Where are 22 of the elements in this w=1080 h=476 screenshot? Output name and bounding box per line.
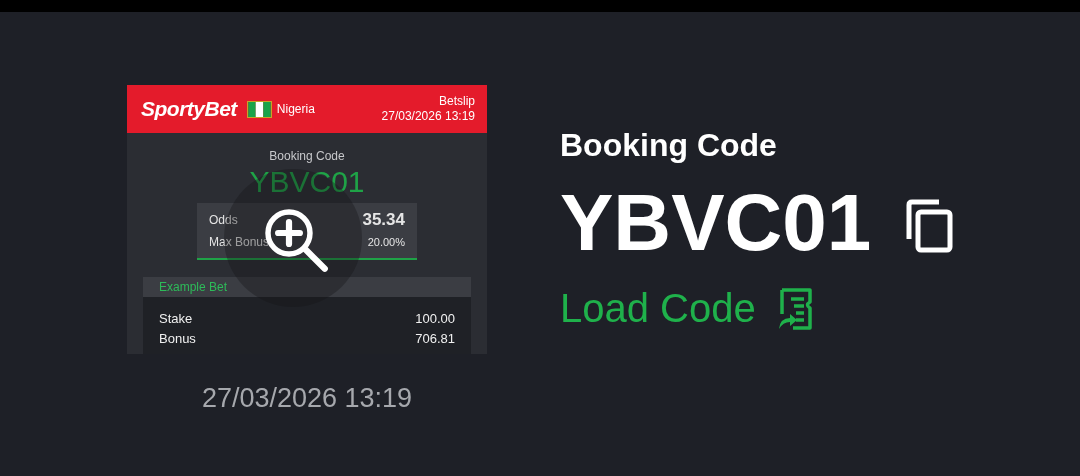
- example-value: 706.81: [415, 330, 455, 348]
- flag-icon: [246, 100, 272, 118]
- example-label: Stake: [159, 310, 193, 328]
- booking-code: YBVC01: [560, 178, 872, 268]
- betslip-time: 27/03/2026 13:19: [381, 109, 475, 124]
- copy-icon[interactable]: [905, 199, 954, 253]
- booking-code-label: Booking Code: [269, 149, 345, 163]
- booking-code: YBVC01: [249, 165, 365, 199]
- load-code-button[interactable]: Load Code: [560, 286, 954, 331]
- summary-label: Max Bonus: [209, 235, 270, 249]
- summary-label: Odds: [209, 213, 238, 227]
- country-label: Nigeria: [276, 102, 315, 116]
- timestamp: 27/03/2026 13:19: [201, 383, 413, 414]
- summary-value: 35.34: [362, 210, 405, 230]
- summary-value: 20.00%: [367, 236, 405, 248]
- betslip-screenshot[interactable]: SportyBet Nigeria Betslip 27/03/2026 13:19 Booking Code YBVC01 Odds 35.34 Max Bonus 20.00% Example Bet Stake 100.00 Bonus 706.81: [127, 85, 487, 354]
- example-value: 100.00: [415, 310, 455, 328]
- betslip-title: Betslip: [438, 94, 475, 109]
- booking-code-label: Booking Code: [560, 127, 778, 164]
- brand-logo: SportyBet: [141, 97, 237, 121]
- example-label: Bonus: [159, 330, 196, 348]
- example-bet-header: Example Bet: [143, 277, 471, 297]
